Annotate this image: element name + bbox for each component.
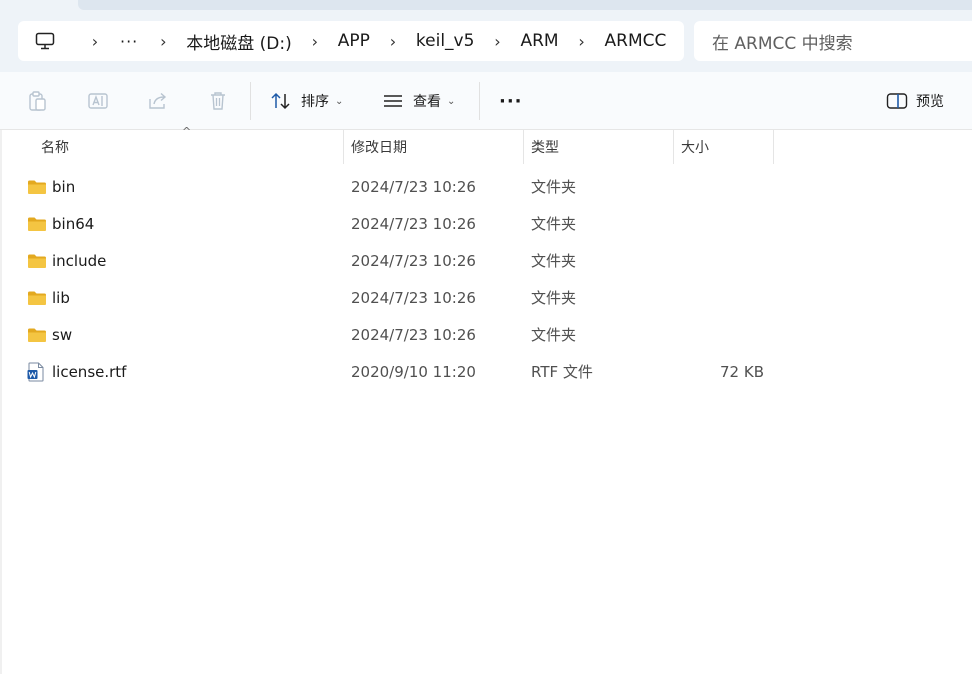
file-date-cell: 2024/7/23 10:26 [351, 251, 476, 270]
share-icon[interactable] [147, 72, 169, 130]
column-header-name[interactable]: 名称 [41, 130, 341, 164]
folder-icon [27, 179, 47, 195]
column-header-type[interactable]: 类型 [531, 130, 671, 164]
file-name-cell: sw [27, 316, 72, 353]
file-size-cell [680, 242, 764, 279]
chevron-down-icon: ⌄ [335, 95, 344, 107]
chevron-right-icon[interactable]: › [386, 21, 400, 61]
folder-icon [27, 327, 47, 343]
file-type-cell: 文件夹 [531, 178, 577, 196]
search-placeholder: 在 ARMCC 中搜索 [712, 33, 853, 54]
file-date-cell: 2024/7/23 10:26 [351, 288, 476, 307]
file-row[interactable]: sw 2024/7/23 10:26 文件夹 [0, 316, 972, 353]
file-size-cell [680, 279, 764, 316]
folder-icon [27, 216, 47, 232]
this-pc-icon[interactable] [34, 21, 56, 61]
column-divider[interactable] [343, 130, 344, 164]
toolbar-divider [479, 82, 480, 120]
column-header-date[interactable]: 修改日期 [351, 130, 521, 164]
preview-label: 预览 [916, 94, 944, 110]
breadcrumb-drive-d[interactable]: 本地磁盘 (D:) [182, 21, 296, 61]
more-options-button[interactable]: ··· [499, 72, 523, 130]
breadcrumb-app[interactable]: APP [334, 21, 374, 61]
breadcrumb-overflow-button[interactable]: ··· [120, 21, 138, 61]
view-button[interactable]: 查看 ⌄ [382, 72, 455, 130]
sort-label: 排序 [301, 94, 329, 110]
folder-icon [27, 290, 47, 306]
file-size-cell [680, 168, 764, 205]
file-date-cell: 2020/9/10 11:20 [351, 362, 476, 381]
file-date-cell: 2024/7/23 10:26 [351, 214, 476, 233]
column-divider[interactable] [773, 130, 774, 164]
file-name-cell: lib [27, 279, 70, 316]
word-document-icon [27, 362, 47, 382]
tab-strip [78, 0, 972, 10]
file-type-cell: 文件夹 [531, 252, 577, 270]
breadcrumb-keil-v5[interactable]: keil_v5 [412, 21, 479, 61]
file-row[interactable]: bin64 2024/7/23 10:26 文件夹 [0, 205, 972, 242]
column-divider[interactable] [523, 130, 524, 164]
file-row[interactable]: bin 2024/7/23 10:26 文件夹 [0, 168, 972, 205]
file-name-cell: bin [27, 168, 75, 205]
chevron-right-icon[interactable]: › [88, 21, 102, 61]
chevron-right-icon[interactable]: › [308, 21, 322, 61]
view-label: 查看 [413, 94, 441, 110]
preview-pane-button[interactable]: 预览 [886, 72, 944, 130]
address-area: › ··· › 本地磁盘 (D:) › APP › keil_v5 › ARM … [0, 0, 972, 72]
folder-icon [27, 253, 47, 269]
search-input[interactable]: 在 ARMCC 中搜索 [694, 21, 972, 61]
sort-icon [270, 91, 292, 111]
file-type-cell: 文件夹 [531, 326, 577, 344]
file-date-cell: 2024/7/23 10:26 [351, 177, 476, 196]
address-bar[interactable]: › ··· › 本地磁盘 (D:) › APP › keil_v5 › ARM … [18, 21, 684, 61]
chevron-right-icon[interactable]: › [490, 21, 504, 61]
file-row[interactable]: lib 2024/7/23 10:26 文件夹 [0, 279, 972, 316]
file-size-cell [680, 316, 764, 353]
chevron-right-icon[interactable]: › [156, 21, 170, 61]
chevron-down-icon: ⌄ [447, 95, 456, 107]
file-date-cell: 2024/7/23 10:26 [351, 325, 476, 344]
file-row[interactable]: include 2024/7/23 10:26 文件夹 [0, 242, 972, 279]
file-name-cell: bin64 [27, 205, 94, 242]
delete-icon[interactable] [207, 72, 229, 130]
column-header-size[interactable]: 大小 [681, 130, 771, 164]
column-header-row: ^ 名称 修改日期 类型 大小 [0, 125, 972, 164]
copy-icon[interactable] [26, 72, 48, 130]
file-explorer-window: › ··· › 本地磁盘 (D:) › APP › keil_v5 › ARM … [0, 0, 972, 674]
file-name-cell: license.rtf [27, 353, 126, 390]
view-icon [382, 92, 404, 110]
preview-pane-icon [886, 92, 908, 110]
rename-icon[interactable] [87, 72, 109, 130]
column-divider[interactable] [673, 130, 674, 164]
toolbar-divider [250, 82, 251, 120]
chevron-right-icon[interactable]: › [575, 21, 589, 61]
file-size-cell: 72 KB [720, 362, 764, 381]
file-name-cell: include [27, 242, 106, 279]
file-size-cell [680, 205, 764, 242]
command-bar: 排序 ⌄ 查看 ⌄ ··· 预览 [0, 72, 972, 130]
breadcrumb-arm[interactable]: ARM [516, 21, 562, 61]
file-type-cell: 文件夹 [531, 215, 577, 233]
file-row[interactable]: license.rtf 2020/9/10 11:20 RTF 文件 72 KB [0, 353, 972, 390]
sort-button[interactable]: 排序 ⌄ [270, 72, 343, 130]
breadcrumb-armcc[interactable]: ARMCC [601, 21, 671, 61]
file-type-cell: 文件夹 [531, 289, 577, 307]
file-type-cell: RTF 文件 [531, 363, 593, 381]
